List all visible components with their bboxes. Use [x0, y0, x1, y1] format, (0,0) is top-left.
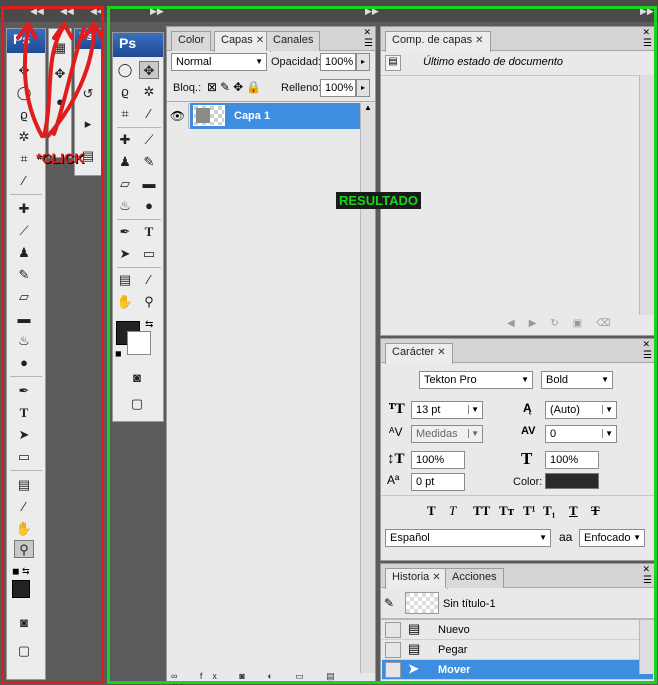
original-tools-highlight	[1, 6, 104, 684]
result-highlight	[107, 6, 657, 684]
